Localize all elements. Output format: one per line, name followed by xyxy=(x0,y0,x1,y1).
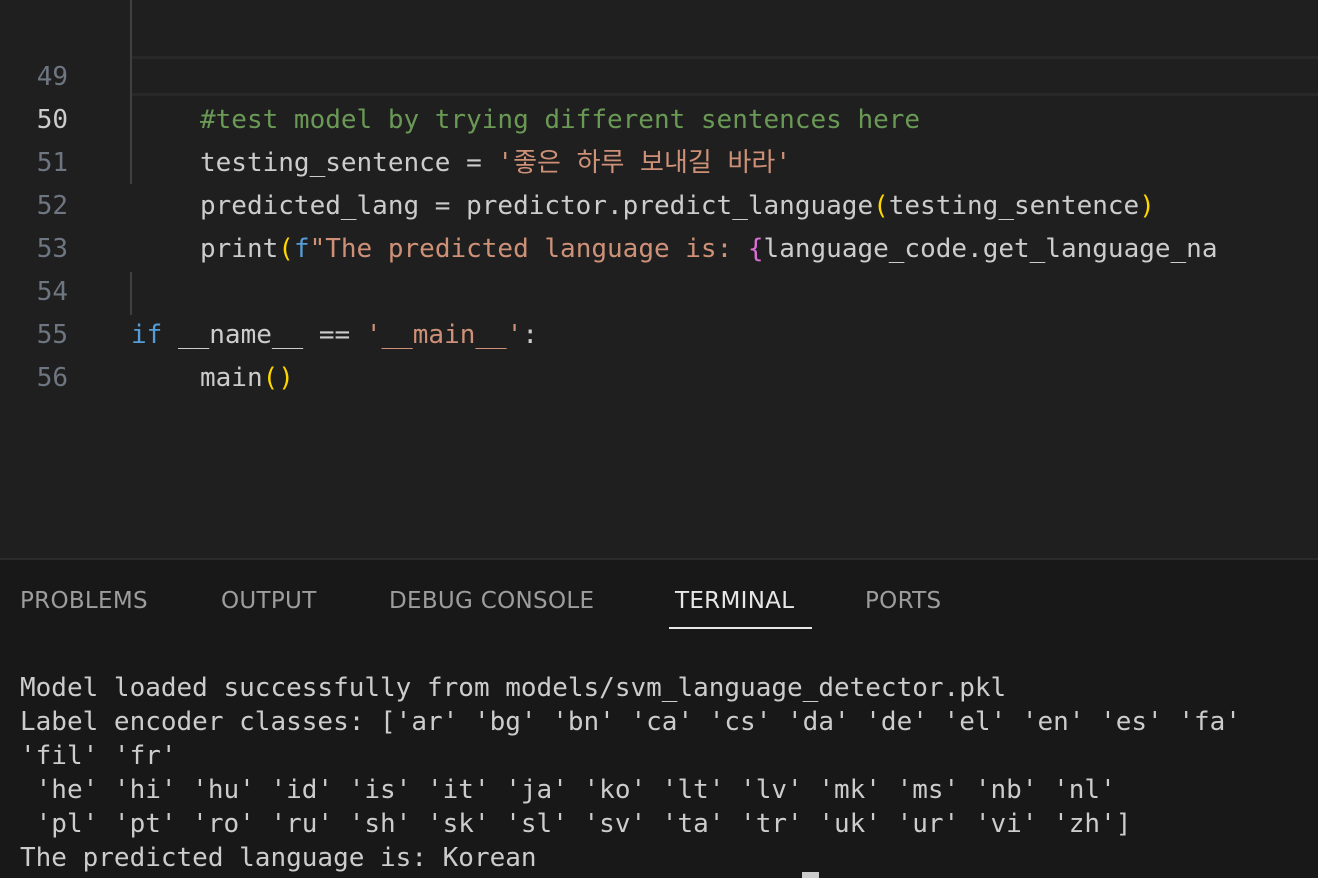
terminal-line: Model loaded successfully from models/sv… xyxy=(20,673,1007,703)
active-tab-indicator xyxy=(669,627,812,629)
terminal-line: The predicted language is: Korean xyxy=(20,843,537,873)
tab-output[interactable]: OUTPUT xyxy=(221,588,317,620)
code-line-54[interactable]: 54 if __name__ == '__main__': xyxy=(0,228,1318,350)
bottom-panel: PROBLEMS OUTPUT DEBUG CONSOLE TERMINAL P… xyxy=(0,558,1318,878)
function-token: main xyxy=(200,363,263,393)
terminal-line: Label encoder classes: ['ar' 'bg' 'bn' '… xyxy=(20,707,1241,737)
tab-problems[interactable]: PROBLEMS xyxy=(20,588,148,620)
terminal-line: 'pl' 'pt' 'ro' 'ru' 'sh' 'sk' 'sl' 'sv' … xyxy=(20,809,1132,839)
code-text: main() xyxy=(200,357,294,400)
code-line-49[interactable]: 49 #test model by trying different sente… xyxy=(0,13,1318,135)
tab-terminal[interactable]: TERMINAL xyxy=(675,588,794,620)
code-line-53[interactable]: 53 xyxy=(0,185,1318,264)
code-line-55[interactable]: 55 main() xyxy=(0,271,1318,393)
terminal-line: 'he' 'hi' 'hu' 'id' 'is' 'it' 'ja' 'ko' … xyxy=(20,775,1116,805)
terminal-cursor xyxy=(802,872,819,878)
code-line-52[interactable]: 52 print(f"The predicted language is: {l… xyxy=(0,142,1318,264)
tab-debug-console[interactable]: DEBUG CONSOLE xyxy=(389,588,594,620)
code-line-50[interactable]: 50 testing_sentence = '좋은 하루 보내길 바라' xyxy=(0,56,1318,178)
code-line-51[interactable]: 51 predicted_lang = predictor.predict_la… xyxy=(0,99,1318,221)
code-line-56[interactable]: 56 xyxy=(0,314,1318,393)
terminal-line: 'fil' 'fr' xyxy=(20,741,177,771)
bracket-token: () xyxy=(262,363,294,393)
line-number: 56 xyxy=(36,363,68,393)
code-editor[interactable]: 49 #test model by trying different sente… xyxy=(0,0,1318,558)
tab-ports[interactable]: PORTS xyxy=(865,588,941,620)
